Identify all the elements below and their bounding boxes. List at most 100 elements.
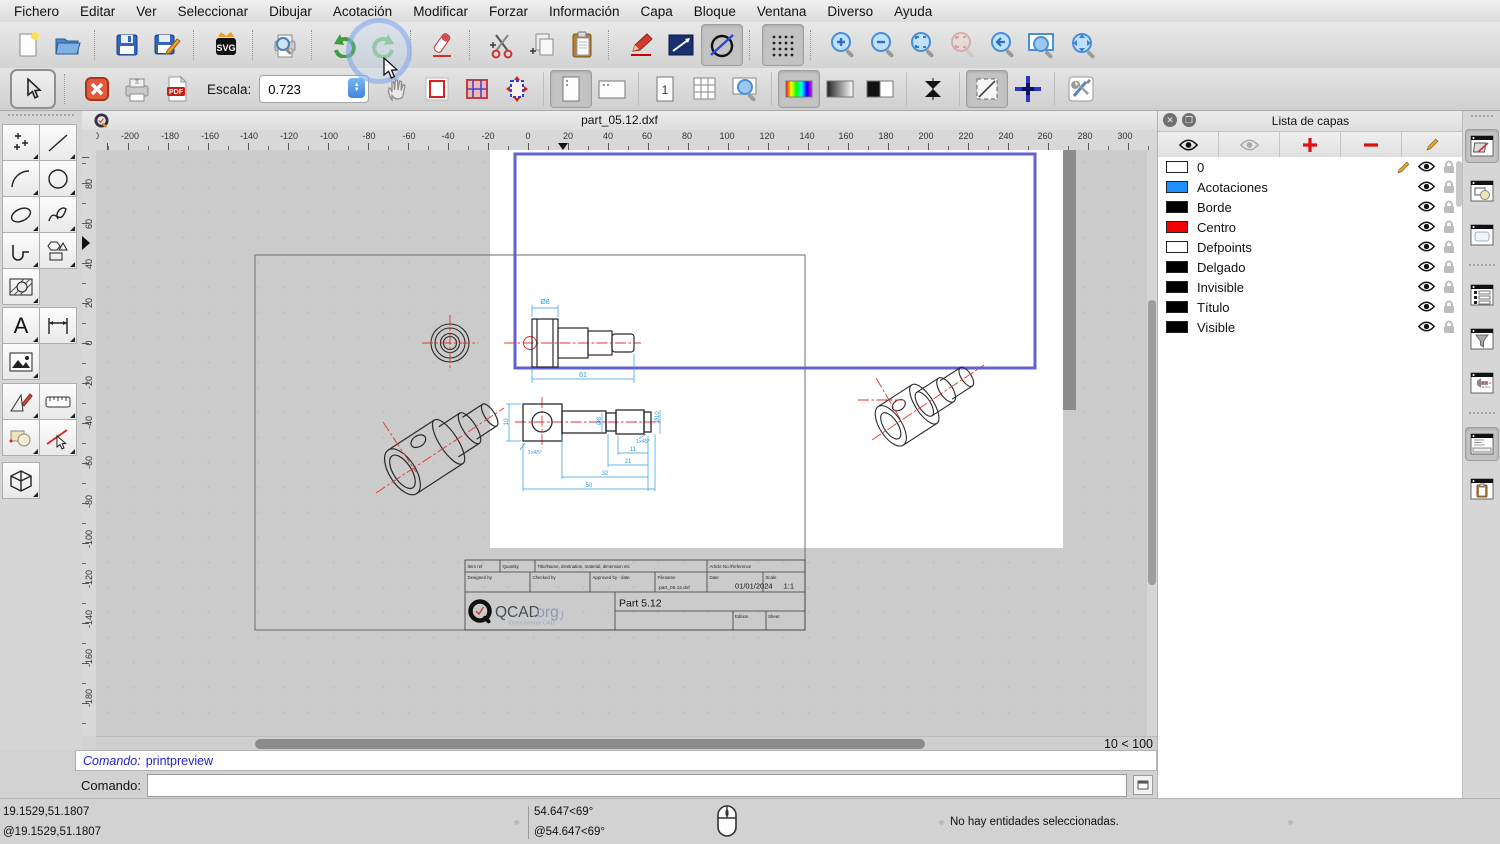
layer-color-swatch[interactable] <box>1166 321 1188 333</box>
layer-name[interactable]: 0 <box>1197 160 1204 175</box>
menu-item[interactable]: Modificar <box>413 4 468 19</box>
layer-name[interactable]: Defpoints <box>1197 240 1252 255</box>
menu-item[interactable]: Dibujar <box>269 4 312 19</box>
text-tool-button[interactable]: A <box>2 307 40 344</box>
zoom-selection-button[interactable] <box>943 25 983 65</box>
menu-item[interactable]: Acotación <box>333 4 392 19</box>
arc-tools-button[interactable] <box>2 160 40 197</box>
portrait-button[interactable] <box>550 70 592 108</box>
menu-item[interactable]: Forzar <box>489 4 528 19</box>
draw-pencil-button[interactable] <box>621 25 661 65</box>
show-all-layers-button[interactable] <box>1158 132 1219 157</box>
layer-edit-pencil-icon[interactable] <box>1396 160 1411 175</box>
panel-float-icon[interactable]: ❐ <box>1182 113 1196 127</box>
layer-lock-icon[interactable] <box>1443 240 1455 254</box>
menu-item[interactable]: Fichero <box>14 4 59 19</box>
layer-color-swatch[interactable] <box>1166 281 1188 293</box>
command-input[interactable] <box>147 774 1127 797</box>
shape-tools-button[interactable] <box>39 232 77 269</box>
point-tools-button[interactable] <box>2 124 40 161</box>
zoom-to-page-button[interactable] <box>725 71 765 107</box>
layer-row[interactable]: 0 <box>1158 157 1463 177</box>
layer-row[interactable]: Delgado <box>1158 257 1463 277</box>
single-page-button[interactable]: 1 <box>645 71 685 107</box>
layer-row[interactable]: Visible <box>1158 317 1463 337</box>
paper-border-button[interactable] <box>417 71 457 107</box>
v-scroll-thumb[interactable] <box>1148 300 1156 585</box>
open-file-button[interactable] <box>48 25 88 65</box>
crop-marks-button[interactable] <box>966 70 1008 108</box>
layer-color-swatch[interactable] <box>1166 301 1188 313</box>
remove-layer-button[interactable] <box>1341 132 1402 157</box>
layer-visibility-eye-icon[interactable] <box>1418 221 1435 232</box>
close-print-preview-button[interactable] <box>77 71 117 107</box>
drawing-canvas[interactable]: Ø8 61 <box>96 150 1147 736</box>
menu-item[interactable]: Diverso <box>827 4 873 19</box>
layer-row[interactable]: Centro <box>1158 217 1463 237</box>
spline-tools-button[interactable] <box>39 196 77 233</box>
delete-button[interactable] <box>423 25 463 65</box>
layer-visibility-eye-icon[interactable] <box>1418 301 1435 312</box>
image-insert-button[interactable] <box>2 343 40 380</box>
scale-input[interactable] <box>260 81 348 98</box>
layer-name[interactable]: Borde <box>1197 200 1232 215</box>
measure-tools-button[interactable] <box>39 383 77 420</box>
block-tools-button[interactable] <box>2 419 40 456</box>
layer-lock-icon[interactable] <box>1443 200 1455 214</box>
multi-page-button[interactable] <box>685 71 725 107</box>
landscape-button[interactable] <box>592 71 632 107</box>
auto-fit-page-button[interactable] <box>497 71 537 107</box>
selection-pointer-button[interactable] <box>10 69 56 109</box>
layer-row[interactable]: Invisible <box>1158 277 1463 297</box>
menu-item[interactable]: Seleccionar <box>178 4 249 19</box>
crosshair-button[interactable] <box>1008 71 1048 107</box>
layer-visibility-eye-icon[interactable] <box>1418 201 1435 212</box>
add-layer-button[interactable] <box>1280 132 1341 157</box>
layer-row[interactable]: Acotaciones <box>1158 177 1463 197</box>
layer-visibility-eye-icon[interactable] <box>1418 261 1435 272</box>
panel-collapse-arrow[interactable] <box>82 236 90 250</box>
zoom-auto-button[interactable] <box>903 25 943 65</box>
layer-visibility-eye-icon[interactable] <box>1418 181 1435 192</box>
scale-stepper[interactable]: ▲▼ <box>348 78 365 98</box>
circle-tools-button[interactable] <box>39 160 77 197</box>
view-list-toggle-button[interactable] <box>1466 219 1498 251</box>
modify-tools-button[interactable] <box>2 383 40 420</box>
layer-color-swatch[interactable] <box>1166 181 1188 193</box>
ellipse-tools-button[interactable] <box>2 196 40 233</box>
command-options-button[interactable] <box>1133 775 1153 795</box>
panel-close-icon[interactable]: ✕ <box>1163 113 1177 127</box>
layer-color-swatch[interactable] <box>1166 241 1188 253</box>
layer-color-swatch[interactable] <box>1166 161 1188 173</box>
layer-row[interactable]: Título <box>1158 297 1463 317</box>
selection-filter-toggle-button[interactable] <box>1466 323 1498 355</box>
grid-toggle-button[interactable] <box>762 24 804 66</box>
layer-name[interactable]: Título <box>1197 300 1230 315</box>
clipboard-viewer-toggle-button[interactable] <box>1466 473 1498 505</box>
line-tool-button[interactable] <box>661 25 701 65</box>
layer-visibility-eye-icon[interactable] <box>1418 241 1435 252</box>
zoom-window-button[interactable] <box>1023 25 1063 65</box>
print-preview-button[interactable] <box>265 25 305 65</box>
menu-item[interactable]: Capa <box>641 4 673 19</box>
menu-item[interactable]: Información <box>549 4 620 19</box>
center-marker-button[interactable] <box>913 71 953 107</box>
h-scroll-thumb[interactable] <box>255 739 925 749</box>
page-grid-overlay-button[interactable] <box>457 71 497 107</box>
svg-export-button[interactable]: SVG <box>206 25 246 65</box>
layer-name[interactable]: Acotaciones <box>1197 180 1268 195</box>
layer-row[interactable]: Defpoints <box>1158 237 1463 257</box>
copy-button[interactable] <box>522 25 562 65</box>
menu-item[interactable]: Editar <box>80 4 115 19</box>
zoom-previous-button[interactable] <box>983 25 1023 65</box>
snap-tools-button[interactable] <box>39 419 77 456</box>
layer-lock-icon[interactable] <box>1443 260 1455 274</box>
settings-tools-button[interactable] <box>1061 71 1101 107</box>
paste-button[interactable] <box>562 25 602 65</box>
layer-lock-icon[interactable] <box>1443 160 1455 174</box>
library-browser-toggle-button[interactable] <box>1466 367 1498 399</box>
strip-drag-handle[interactable] <box>1471 115 1493 117</box>
print-button[interactable] <box>117 71 157 107</box>
cut-button[interactable] <box>482 25 522 65</box>
black-white-button[interactable] <box>860 71 900 107</box>
